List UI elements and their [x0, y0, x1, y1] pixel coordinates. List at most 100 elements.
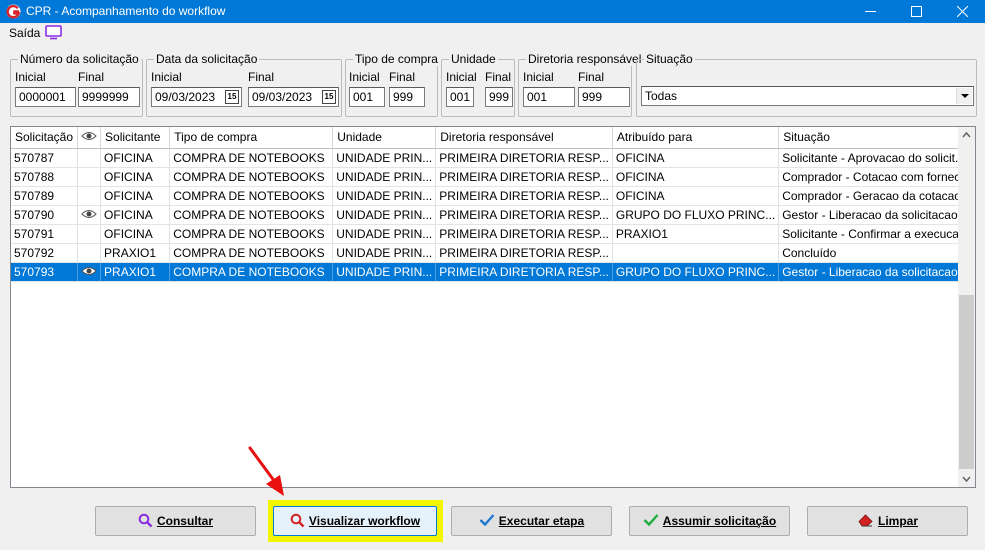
cell-requester: PRAXIO1	[100, 262, 171, 282]
execute-step-button[interactable]: Executar etapa	[451, 506, 612, 536]
status-group: Situação Todas	[636, 52, 977, 117]
table-row[interactable]: 570793 PRAXIO1 COMPRA DE NOTEBOOKS UNIDADE …	[11, 262, 975, 282]
request-number-group: Número da solicitação Inicial Final 0000…	[10, 52, 143, 117]
vertical-scrollbar[interactable]	[958, 127, 975, 487]
search-icon	[138, 513, 153, 528]
status-select[interactable]: Todas	[641, 86, 974, 106]
cell-id: 570789	[11, 186, 79, 206]
cell-type: COMPRA DE NOTEBOOKS	[169, 262, 334, 282]
cell-id: 570791	[11, 224, 79, 244]
directorate-initial-label: Inicial	[523, 70, 554, 84]
cell-status: Gestor - Liberacao da solicitacao ...	[778, 205, 975, 225]
title-bar[interactable]: CPR - Acompanhamento do workflow	[0, 0, 985, 23]
maximize-icon	[910, 6, 922, 17]
view-workflow-button[interactable]: Visualizar workflow	[273, 506, 437, 536]
status-title: Situação	[644, 52, 695, 66]
directorate-title: Diretoria responsável	[526, 52, 644, 66]
monitor-icon[interactable]	[45, 25, 62, 40]
maximize-button[interactable]	[893, 0, 939, 23]
request-number-title: Número da solicitação	[18, 52, 141, 66]
purchase-type-initial-input[interactable]: 001	[349, 87, 385, 107]
directorate-initial-input[interactable]: 001	[523, 87, 575, 107]
execute-step-button-label: Executar etapa	[498, 514, 585, 528]
table-row[interactable]: 570790 OFICINA COMPRA DE NOTEBOOKS UNIDADE …	[11, 205, 975, 225]
table-row[interactable]: 570788 OFICINA COMPRA DE NOTEBOOKS UNIDADE …	[11, 167, 975, 187]
request-date-initial-input[interactable]: 09/03/2023 15	[151, 87, 242, 107]
cell-id: 570792	[11, 243, 79, 263]
request-date-title: Data da solicitação	[154, 52, 260, 66]
cell-directorate: PRIMEIRA DIRETORIA RESP...	[435, 186, 613, 206]
table-row[interactable]: 570792 PRAXIO1 COMPRA DE NOTEBOOKS UNIDADE …	[11, 243, 975, 263]
unit-initial-label: Inicial	[446, 70, 477, 84]
search-icon	[290, 513, 305, 528]
exit-menu-item[interactable]: Saída	[9, 26, 40, 40]
close-button[interactable]	[939, 0, 985, 23]
eraser-icon	[858, 514, 873, 527]
window-title: CPR - Acompanhamento do workflow	[26, 4, 226, 18]
table-row[interactable]: 570787 OFICINA COMPRA DE NOTEBOOKS UNIDADE …	[11, 148, 975, 168]
consult-button[interactable]: Consultar	[95, 506, 256, 536]
scroll-down-button[interactable]	[958, 470, 975, 487]
cell-unit: UNIDADE PRIN...	[332, 167, 437, 187]
eye-icon	[81, 266, 97, 275]
cell-id: 570790	[11, 205, 79, 225]
request-date-initial-label: Inicial	[151, 70, 182, 84]
cell-id: 570787	[11, 148, 79, 168]
cell-type: COMPRA DE NOTEBOOKS	[169, 186, 334, 206]
dropdown-arrow-button[interactable]	[956, 88, 972, 104]
scroll-up-button[interactable]	[958, 127, 975, 144]
cell-assigned	[612, 243, 780, 263]
cell-type: COMPRA DE NOTEBOOKS	[169, 243, 334, 263]
cell-requester: OFICINA	[100, 148, 171, 168]
cell-type: COMPRA DE NOTEBOOKS	[169, 205, 334, 225]
calendar-icon[interactable]: 15	[322, 90, 336, 104]
table-row[interactable]: 570789 OFICINA COMPRA DE NOTEBOOKS UNIDADE …	[11, 186, 975, 206]
column-header-request[interactable]: Solicitação	[11, 127, 79, 149]
close-icon	[956, 5, 968, 18]
unit-final-label: Final	[485, 70, 512, 84]
menu-bar: Saída	[0, 23, 985, 43]
cell-directorate: PRIMEIRA DIRETORIA RESP...	[435, 205, 613, 225]
cell-requester: PRAXIO1	[100, 243, 171, 263]
cell-id: 570788	[11, 167, 79, 187]
column-header-directorate[interactable]: Diretoria responsável	[435, 127, 613, 149]
unit-final-input[interactable]: 999	[485, 87, 513, 107]
cell-status: Gestor - Liberacao da solicitacao ...	[778, 262, 975, 282]
minimize-icon	[864, 11, 876, 12]
viewed-cell	[77, 243, 102, 263]
purchase-type-final-input[interactable]: 999	[389, 87, 425, 107]
cell-status: Concluído	[778, 243, 975, 263]
assume-request-button[interactable]: Assumir solicitação	[629, 506, 790, 536]
request-number-final-input[interactable]: 9999999	[78, 87, 140, 107]
minimize-button[interactable]	[847, 0, 893, 23]
column-header-assigned[interactable]: Atribuído para	[612, 127, 780, 149]
requests-grid[interactable]: Solicitação Solicitante Tipo de compra U…	[10, 126, 976, 488]
clear-button[interactable]: Limpar	[807, 506, 968, 536]
cell-type: COMPRA DE NOTEBOOKS	[169, 148, 334, 168]
cell-unit: UNIDADE PRIN...	[332, 262, 437, 282]
request-date-final-input[interactable]: 09/03/2023 15	[248, 87, 339, 107]
request-date-final-label: Final	[248, 70, 275, 84]
consult-button-label: Consultar	[156, 514, 213, 528]
unit-initial-input[interactable]: 001	[446, 87, 474, 107]
status-select-value: Todas	[645, 89, 678, 103]
cell-assigned: GRUPO DO FLUXO PRINC...	[612, 205, 780, 225]
scroll-thumb[interactable]	[959, 295, 974, 469]
cell-directorate: PRIMEIRA DIRETORIA RESP...	[435, 224, 613, 244]
cell-unit: UNIDADE PRIN...	[332, 205, 437, 225]
eye-icon	[81, 209, 97, 218]
view-workflow-button-label: Visualizar workflow	[308, 514, 421, 528]
requests-table: Solicitação Solicitante Tipo de compra U…	[11, 127, 975, 282]
table-row[interactable]: 570791 OFICINA COMPRA DE NOTEBOOKS UNIDADE …	[11, 224, 975, 244]
column-header-purchase-type[interactable]: Tipo de compra	[169, 127, 334, 149]
directorate-final-label: Final	[578, 70, 605, 84]
directorate-final-input[interactable]: 999	[578, 87, 630, 107]
request-number-initial-input[interactable]: 0000001	[15, 87, 76, 107]
column-header-viewed[interactable]	[77, 127, 102, 149]
column-header-unit[interactable]: Unidade	[332, 127, 437, 149]
column-header-requester[interactable]: Solicitante	[100, 127, 171, 149]
column-header-status[interactable]: Situação	[778, 127, 975, 149]
cell-requester: OFICINA	[100, 186, 171, 206]
calendar-icon[interactable]: 15	[225, 90, 239, 104]
checkmark-icon	[479, 514, 495, 527]
